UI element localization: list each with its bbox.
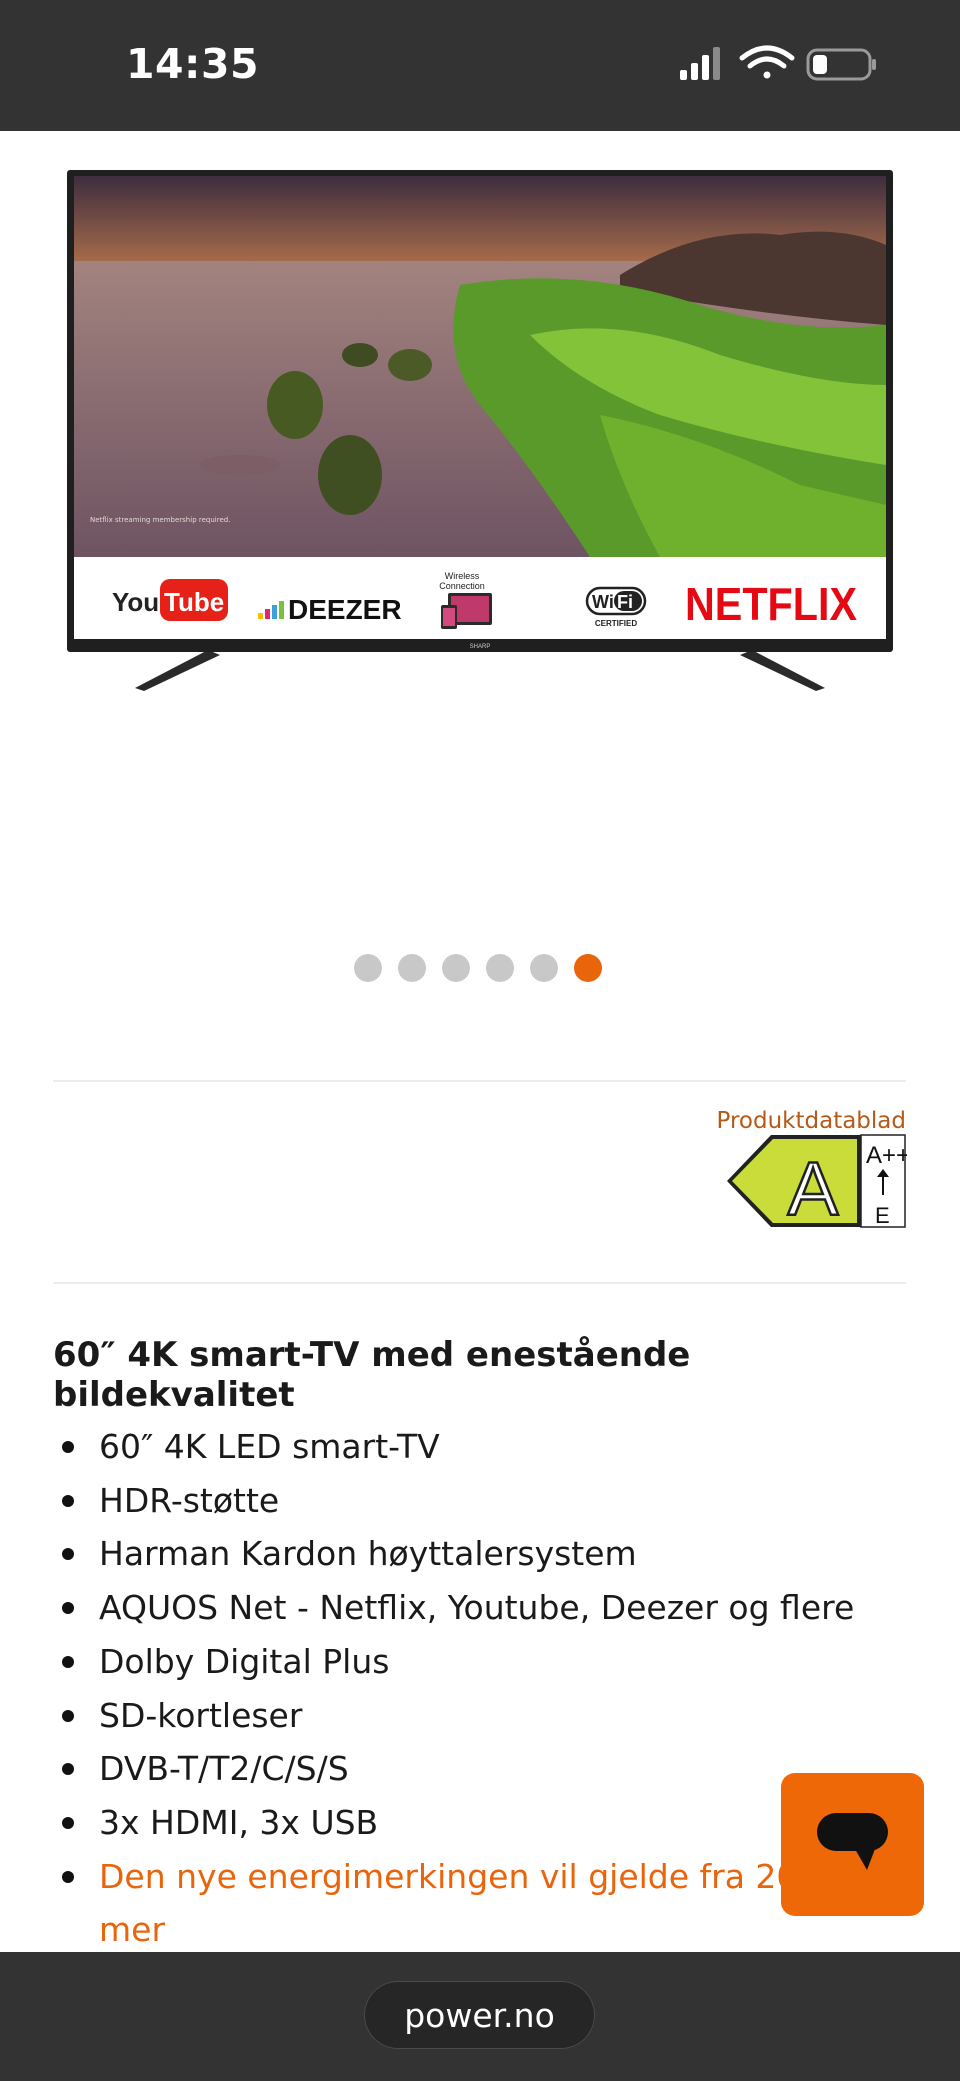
- screen-footnote: Netflix streaming membership required.: [90, 516, 230, 524]
- energy-notice-link[interactable]: Den nye energimerkingen vil gjelde fra 2…: [53, 1850, 859, 1957]
- address-bar[interactable]: power.no: [364, 1981, 595, 2049]
- product-image[interactable]: Netflix streaming membership required. Y…: [60, 165, 900, 705]
- carousel-dot-6-active[interactable]: [574, 954, 602, 982]
- svg-text:Tube: Tube: [164, 587, 224, 617]
- feature-item: Harman Kardon høyttalersystem: [53, 1527, 893, 1581]
- product-datasheet-link[interactable]: Produktdatablad: [717, 1108, 907, 1134]
- carousel-dot-2[interactable]: [398, 954, 426, 982]
- feature-item: HDR-støtte: [53, 1474, 893, 1528]
- svg-text:DEEZER: DEEZER: [288, 594, 402, 625]
- status-icons: [680, 45, 876, 81]
- product-heading: 60″ 4K smart-TV med enestående bildekval…: [53, 1335, 691, 1415]
- feature-item: 3x HDMI, 3x USB: [53, 1796, 893, 1850]
- cellular-signal-icon: [680, 47, 720, 80]
- tv-screen-scene: [74, 176, 886, 557]
- status-time: 14:35: [126, 40, 260, 88]
- feature-item: 60″ 4K LED smart-TV: [53, 1420, 893, 1474]
- feature-item: SD-kortleser: [53, 1689, 893, 1743]
- svg-text:CERTIFIED: CERTIFIED: [595, 619, 637, 628]
- tv-brand-logo: SHARP: [470, 644, 491, 650]
- energy-notice-line1: Den nye energimerkingen vil gjelde fra 2…: [99, 1856, 819, 1896]
- energy-scale-bottom: E: [875, 1203, 890, 1228]
- svg-text:Connection: Connection: [439, 581, 485, 591]
- wifi-icon: [739, 45, 795, 79]
- carousel-dot-5[interactable]: [530, 954, 558, 982]
- tv-stand: [135, 650, 825, 691]
- carousel-dot-3[interactable]: [442, 954, 470, 982]
- svg-text:Fi: Fi: [617, 592, 633, 612]
- energy-class: A: [788, 1147, 839, 1229]
- energy-label-badge[interactable]: A A++ E: [725, 1133, 907, 1229]
- netflix-logo: NETFLIX: [685, 578, 857, 630]
- energy-notice-line2: mer: [99, 1910, 166, 1950]
- divider-bottom: [53, 1282, 906, 1284]
- svg-text:Wi: Wi: [592, 592, 614, 612]
- svg-text:Wireless: Wireless: [445, 571, 480, 581]
- battery-icon: [806, 48, 876, 81]
- chat-bubble-icon: [817, 1813, 888, 1870]
- energy-scale-top: A++: [866, 1142, 907, 1169]
- svg-text:You: You: [112, 587, 159, 617]
- carousel-dots: [354, 954, 602, 982]
- url-text: power.no: [404, 1995, 555, 2035]
- feature-item: DVB-T/T2/C/S/S: [53, 1742, 893, 1796]
- chat-button[interactable]: [781, 1773, 924, 1916]
- status-bar: 14:35: [0, 0, 960, 131]
- feature-item: AQUOS Net - Netflix, Youtube, Deezer og …: [53, 1581, 893, 1635]
- carousel-dot-1[interactable]: [354, 954, 382, 982]
- wifi-certified-logo: Wi Fi CERTIFIED: [585, 586, 647, 628]
- feature-list: 60″ 4K LED smart-TV HDR-støtte Harman Ka…: [53, 1420, 893, 1957]
- divider-top: [53, 1080, 906, 1082]
- carousel-dot-4[interactable]: [486, 954, 514, 982]
- feature-item: Dolby Digital Plus: [53, 1635, 893, 1689]
